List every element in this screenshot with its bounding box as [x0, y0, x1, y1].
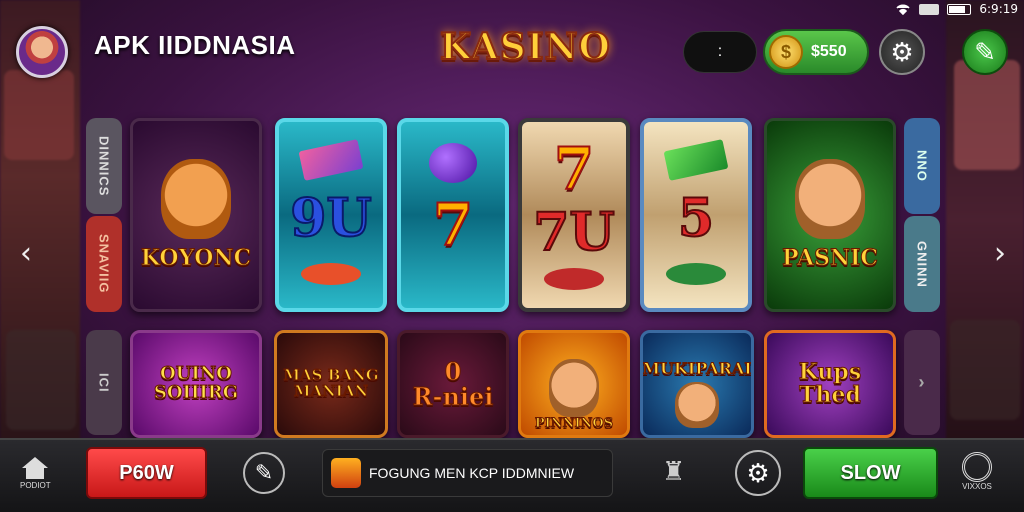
- status-bar: 6:9:19: [895, 0, 1018, 18]
- game-card-mas-bang[interactable]: MAS BANG MANIAN: [274, 330, 388, 438]
- reel-symbol: 7: [432, 190, 474, 259]
- status-time: 6:9:19: [979, 2, 1018, 16]
- side-tab-right-1[interactable]: NNO: [904, 118, 940, 214]
- background-slot-machine: [4, 70, 74, 160]
- game-card-pinninos[interactable]: PINNINOS: [518, 330, 630, 438]
- background-slot-machine: [954, 60, 1020, 170]
- side-tab-right-2[interactable]: GNINN: [904, 216, 940, 312]
- banknote-symbol: [663, 139, 729, 181]
- slot-reel-2: 7: [397, 118, 509, 312]
- ticker-text: FOGUNG MEN KCP IDDMNIEW: [369, 465, 575, 481]
- reel-symbol: 7: [553, 135, 595, 204]
- chevron-left-icon[interactable]: ‹: [20, 236, 32, 271]
- target-icon: [962, 452, 992, 482]
- right-nav-label: VIXXOS: [962, 482, 992, 491]
- character-image: [795, 159, 865, 240]
- game-title: MUKIPARAI: [642, 359, 752, 378]
- game-card-pasnic[interactable]: PASNIC: [764, 118, 896, 312]
- home-button[interactable]: PODIOT: [20, 455, 51, 490]
- game-title: KOYONC: [140, 245, 252, 272]
- side-tab-left-2[interactable]: SNAVIIG: [86, 216, 122, 312]
- game-title: MAS BANG MANIAN: [283, 366, 379, 400]
- game-card-ouino[interactable]: OUINO SOIIIRG: [130, 330, 262, 438]
- character-image: [549, 359, 599, 418]
- pencil-icon: ✎: [974, 36, 996, 67]
- red-action-button[interactable]: P60W: [86, 447, 207, 499]
- gear-icon: ⚙: [746, 457, 770, 488]
- side-tab-right-3[interactable]: ›: [904, 330, 940, 435]
- game-title: 0 R-niei: [412, 356, 494, 411]
- fish-symbol: [301, 263, 361, 285]
- game-card-koyonc[interactable]: KOYONC: [130, 118, 262, 312]
- background-table: [950, 320, 1020, 420]
- game-card-kups-thed[interactable]: Kups Thed: [764, 330, 896, 438]
- settings-button[interactable]: ⚙: [879, 29, 925, 75]
- battery-icon: [947, 3, 972, 15]
- character-image: [675, 381, 719, 428]
- coin-balance[interactable]: $ $550: [763, 29, 869, 75]
- home-label: PODIOT: [20, 481, 51, 490]
- fish-symbol: [666, 263, 726, 285]
- news-ticker[interactable]: FOGUNG MEN KCP IDDMNIEW: [322, 449, 613, 497]
- edit-button[interactable]: ✎: [962, 29, 1008, 75]
- torch-icon[interactable]: ♜: [662, 456, 685, 487]
- fish-symbol: [544, 267, 604, 290]
- home-icon: [22, 457, 49, 479]
- game-title: OUINO SOIIIRG: [153, 363, 239, 403]
- green-action-button[interactable]: SLOW: [803, 447, 938, 499]
- player-avatar[interactable]: [16, 26, 68, 78]
- menu-pill-label: :: [717, 43, 723, 60]
- banknote-symbol: [298, 139, 364, 181]
- reel-symbol: 5: [677, 188, 715, 249]
- slot-reel-1: 9U: [275, 118, 387, 312]
- pencil-icon: ✎: [254, 460, 274, 485]
- plum-symbol: [429, 142, 477, 183]
- mascot-image: [161, 159, 231, 240]
- settings-bottom-button[interactable]: ⚙: [735, 450, 781, 496]
- app-title: APK IIDDNASIA: [94, 30, 296, 60]
- right-nav-button[interactable]: VIXXOS: [962, 452, 992, 491]
- game-card-0[interactable]: 0 R-niei: [397, 330, 509, 438]
- chevron-right-icon[interactable]: ›: [994, 236, 1006, 271]
- side-tab-left-1[interactable]: DINNICS: [86, 118, 122, 214]
- slot-reel-3: 7 7U: [518, 118, 630, 312]
- signal-icon: [919, 3, 940, 15]
- background-table: [6, 330, 76, 430]
- menu-pill[interactable]: :: [683, 31, 757, 73]
- edit-circle-button[interactable]: ✎: [243, 452, 285, 494]
- gear-icon: ⚙: [890, 36, 914, 67]
- game-title: PINNINOS: [534, 416, 614, 432]
- game-card-mukiparai[interactable]: MUKIPARAI: [640, 330, 754, 438]
- coin-balance-value: $550: [811, 43, 847, 60]
- slot-reel-4: 5: [640, 118, 752, 312]
- ticker-icon: [331, 458, 361, 488]
- game-title: Kups Thed: [798, 358, 862, 408]
- wifi-icon: [896, 4, 910, 15]
- side-tab-left-3[interactable]: ICI: [86, 330, 122, 435]
- reel-symbol: 7U: [532, 201, 616, 263]
- coin-icon: $: [769, 35, 803, 69]
- game-title: PASNIC: [782, 245, 879, 272]
- reel-symbol: 9U: [289, 188, 373, 249]
- kasino-logo: KASINO: [439, 25, 611, 69]
